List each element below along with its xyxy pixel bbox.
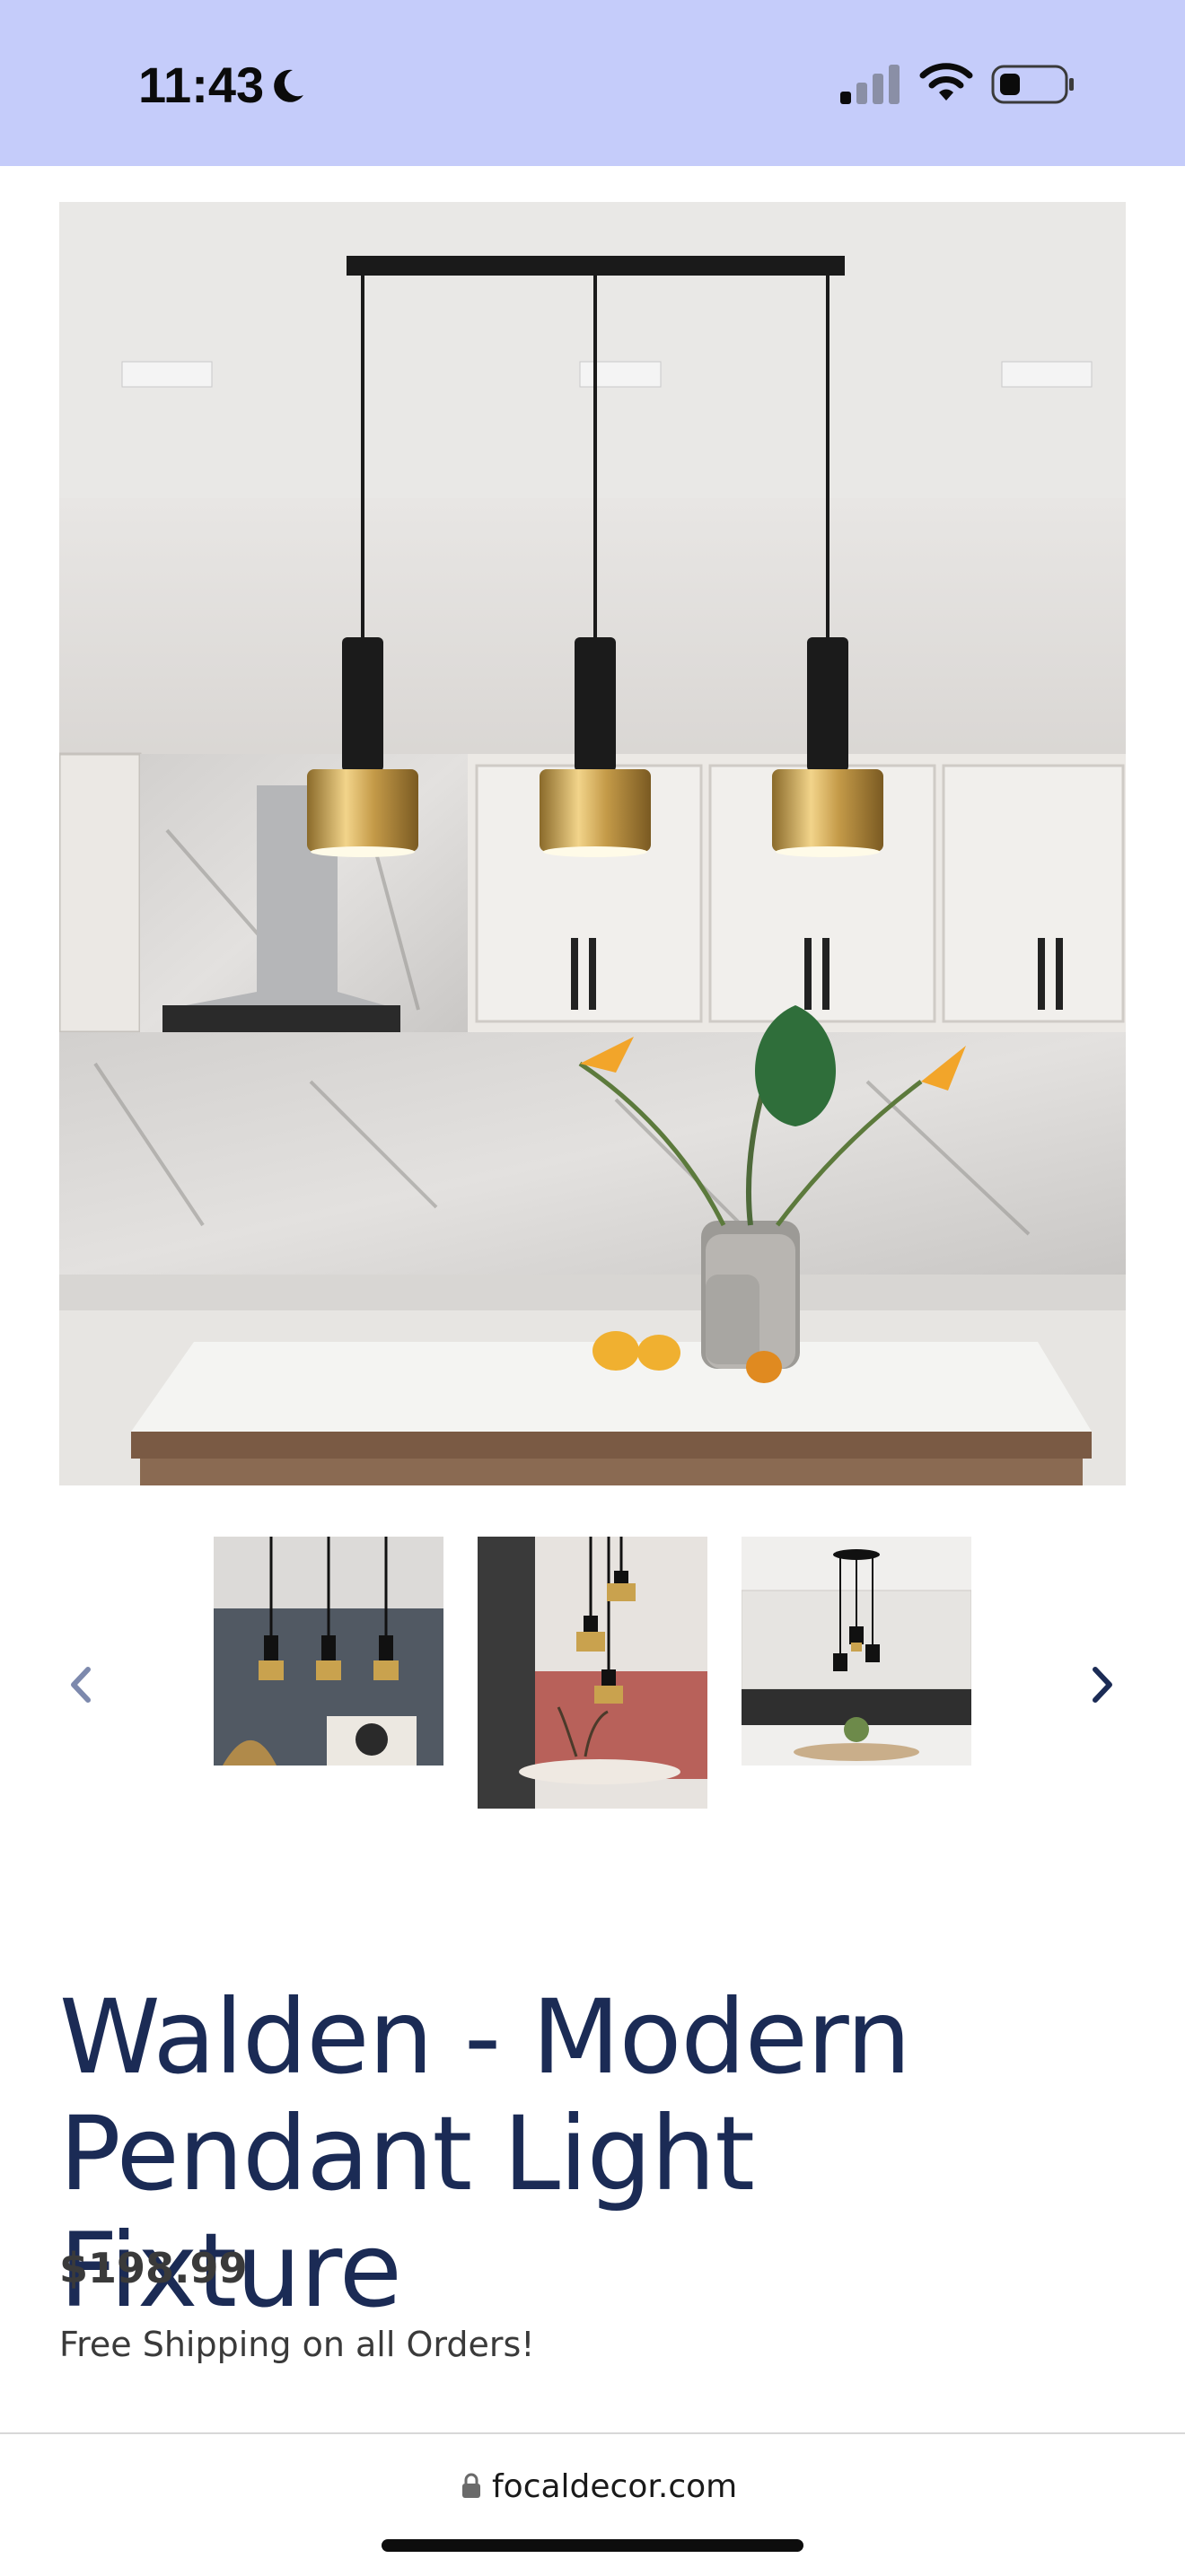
wifi-icon <box>919 63 973 101</box>
product-price: $198.99 <box>59 2244 248 2292</box>
status-bar: 11:43 <box>0 0 1185 166</box>
shipping-note: Free Shipping on all Orders! <box>59 2325 535 2364</box>
chevron-right-icon <box>1093 1667 1112 1703</box>
status-time: 11:43 <box>138 57 265 113</box>
thumbnail-1-art <box>214 1537 443 1766</box>
thumbnail-carousel <box>0 1526 1185 1813</box>
browser-url-bar[interactable]: focaldecor.com <box>0 2432 1185 2576</box>
thumbnail-3-art <box>742 1537 971 1766</box>
kitchen-pendant-lights-image[interactable] <box>59 202 1126 1485</box>
thumbnail-gray-wall-pendants[interactable] <box>214 1537 443 1766</box>
signal-icon <box>840 65 900 104</box>
previous-image-button[interactable] <box>54 1649 108 1721</box>
next-image-button[interactable] <box>1075 1649 1129 1721</box>
thumbnail-dining-room-pendants[interactable] <box>478 1537 707 1809</box>
battery-icon <box>991 65 1074 104</box>
lock-icon <box>462 2473 480 2498</box>
chevron-left-icon <box>71 1667 91 1703</box>
url-text[interactable]: focaldecor.com <box>492 2468 737 2505</box>
home-indicator[interactable] <box>382 2539 803 2552</box>
moon-icon <box>274 69 303 102</box>
hero-illustration <box>59 202 1126 1485</box>
thumbnail-2-art <box>478 1537 707 1809</box>
thumbnail-white-kitchen-cluster[interactable] <box>742 1537 971 1766</box>
